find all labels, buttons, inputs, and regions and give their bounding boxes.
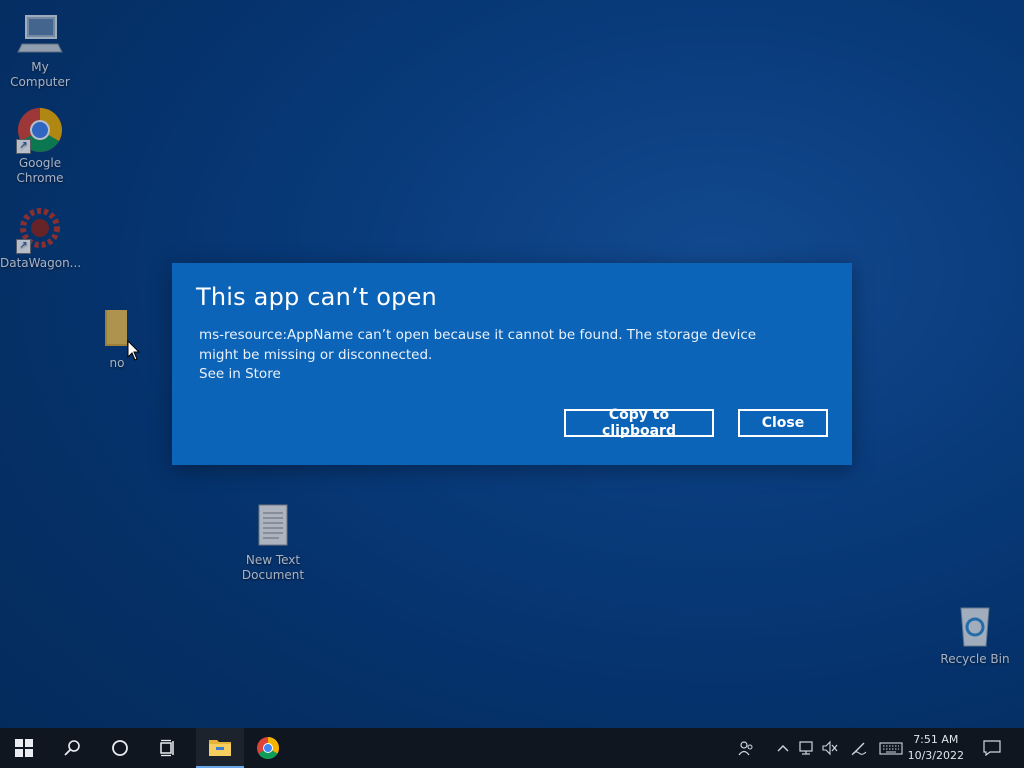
- search-icon: [64, 740, 80, 756]
- cortana-button[interactable]: [96, 728, 144, 768]
- dialog-message: ms-resource:AppName can’t open because i…: [199, 327, 757, 363]
- file-explorer-icon: [209, 740, 231, 756]
- keyboard-icon[interactable]: [879, 740, 903, 756]
- chrome-icon: [257, 737, 279, 759]
- desktop-icon-folder-no[interactable]: no: [77, 306, 157, 371]
- desktop-icon-label: New Text Document: [241, 553, 305, 582]
- taskbar-chrome[interactable]: [244, 728, 292, 768]
- volume-muted-icon[interactable]: [821, 740, 839, 756]
- taskbar-clock[interactable]: 7:51 AM 10/3/2022: [908, 732, 964, 764]
- task-view-button[interactable]: [144, 728, 192, 768]
- start-icon: [15, 739, 33, 757]
- cortana-icon: [112, 740, 128, 756]
- text-file-icon: [249, 503, 297, 551]
- chevron-up-icon[interactable]: [776, 740, 790, 756]
- desktop-icon-google-chrome[interactable]: ↗ Google Chrome: [0, 106, 80, 186]
- desktop-icon-datawagon[interactable]: ↗ DataWagon...: [0, 206, 82, 271]
- clock-date: 10/3/2022: [907, 749, 964, 762]
- desktop-icon-label: Google Chrome: [16, 156, 64, 185]
- close-button[interactable]: Close: [738, 409, 828, 437]
- start-button[interactable]: [0, 728, 48, 768]
- desktop-icon-my-computer[interactable]: My Computer: [0, 10, 80, 90]
- computer-icon: [16, 10, 64, 58]
- network-icon[interactable]: [798, 740, 816, 756]
- desktop-icon-new-text-document[interactable]: New Text Document: [233, 503, 313, 583]
- desktop-icon-label: Recycle Bin: [940, 652, 1010, 666]
- dialog-title: This app can’t open: [196, 283, 437, 311]
- desktop-icon-recycle-bin[interactable]: Recycle Bin: [935, 602, 1015, 667]
- taskbar-file-explorer[interactable]: [196, 728, 244, 768]
- mouse-cursor-icon: [127, 340, 141, 361]
- desktop-icon-label: DataWagon...: [0, 256, 82, 270]
- chrome-icon: ↗: [16, 106, 64, 154]
- notification-icon[interactable]: [983, 740, 1001, 756]
- shortcut-arrow-icon: ↗: [16, 239, 31, 254]
- app-error-dialog: This app can’t open ms-resource:AppName …: [172, 263, 852, 465]
- search-button[interactable]: [48, 728, 96, 768]
- shortcut-arrow-icon: ↗: [16, 139, 31, 154]
- desktop-icon-label: My Computer: [10, 60, 70, 89]
- gear-icon: ↗: [16, 206, 64, 254]
- taskbar: 7:51 AM 10/3/2022: [0, 728, 1024, 768]
- task-view-icon: [160, 739, 174, 757]
- recycle-bin-icon: [951, 602, 999, 650]
- desktop-icon-label: no: [109, 356, 125, 370]
- people-icon[interactable]: [738, 740, 754, 756]
- see-in-store-link[interactable]: See in Store: [199, 366, 281, 382]
- copy-to-clipboard-button[interactable]: Copy to clipboard: [564, 407, 714, 439]
- clock-time: 7:51 AM: [913, 733, 959, 746]
- pen-icon[interactable]: [850, 740, 868, 756]
